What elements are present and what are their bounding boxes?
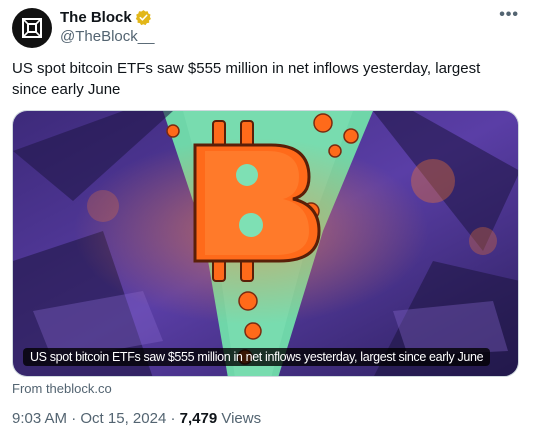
- author-handle[interactable]: @TheBlock__: [60, 28, 154, 45]
- tweet-media-card[interactable]: US spot bitcoin ETFs saw $555 million in…: [12, 110, 519, 377]
- verified-badge-icon[interactable]: [135, 9, 152, 26]
- tweet-text: US spot bitcoin ETFs saw $555 million in…: [12, 60, 481, 98]
- the-block-logo-icon: [22, 18, 42, 38]
- meta-separator: ·: [71, 410, 81, 427]
- media-caption: US spot bitcoin ETFs saw $555 million in…: [23, 348, 491, 366]
- views-count: 7,479: [179, 410, 218, 427]
- link-source[interactable]: From theblock.co: [12, 381, 112, 396]
- meta-separator: ·: [170, 410, 180, 427]
- tweet-time[interactable]: 9:03 AM: [12, 410, 67, 427]
- views-label: Views: [221, 410, 262, 427]
- tweet-meta: 9:03 AM · Oct 15, 2024 · 7,479 Views: [12, 410, 261, 427]
- avatar[interactable]: [12, 8, 52, 48]
- author-name-row: The Block: [60, 9, 152, 26]
- author-display-name[interactable]: The Block: [60, 9, 132, 26]
- more-options-icon[interactable]: •••: [499, 6, 519, 24]
- tweet-date[interactable]: Oct 15, 2024: [80, 410, 166, 427]
- bitcoin-artwork-image: [13, 111, 518, 376]
